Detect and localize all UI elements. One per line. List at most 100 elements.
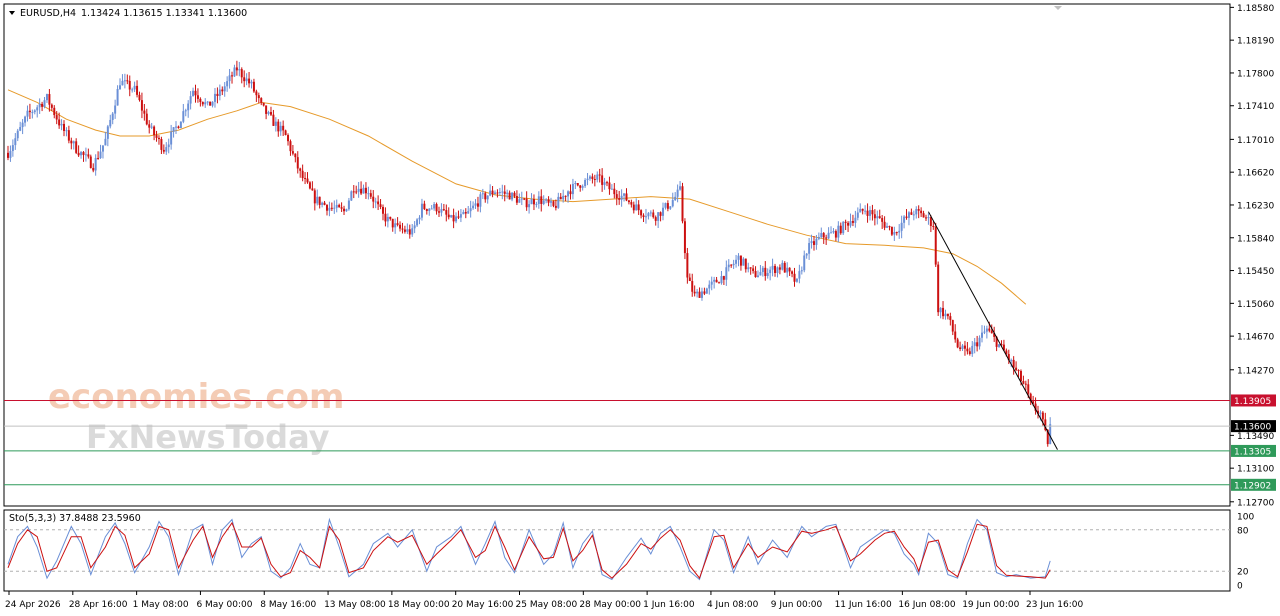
candle-body	[664, 203, 667, 208]
candle-body	[291, 151, 294, 154]
candle-body	[981, 332, 983, 338]
candle-body	[559, 196, 562, 200]
candle-body	[206, 101, 209, 103]
candle-body	[535, 203, 538, 205]
candle-body	[742, 258, 745, 266]
candle-body	[971, 345, 974, 354]
candle-body	[703, 291, 706, 294]
candle-body	[391, 218, 394, 228]
time-tick-label: 8 May 16:00	[260, 600, 316, 610]
candle-body	[350, 191, 353, 201]
price-tick-label: 1.15840	[1237, 234, 1274, 244]
candle-body	[481, 193, 484, 195]
candle-body	[491, 190, 494, 195]
time-tick-label: 1 May 08:00	[133, 600, 189, 610]
candle-body	[445, 210, 448, 215]
candle-body	[920, 210, 923, 214]
candle-body	[603, 182, 606, 185]
candle-body	[38, 103, 41, 108]
time-tick-label: 18 May 00:00	[388, 600, 450, 610]
candle-body	[352, 191, 355, 193]
candle-body	[774, 265, 777, 273]
symbol-label[interactable]: EURUSD,H4	[20, 8, 76, 19]
candle-body	[408, 229, 411, 235]
candle-body	[245, 78, 248, 82]
candle-body	[501, 191, 504, 193]
price-tick-label: 1.13490	[1237, 432, 1274, 442]
candle-body	[898, 230, 901, 233]
price-tick-label: 1.14270	[1237, 366, 1274, 376]
candle-body	[564, 195, 567, 197]
candle-body	[956, 339, 959, 348]
candle-body	[696, 291, 699, 294]
candle-body	[511, 192, 514, 200]
candle-body	[199, 98, 202, 102]
candle-body	[265, 105, 268, 114]
candle-body	[192, 90, 195, 97]
candle-body	[562, 195, 565, 200]
candle-body	[803, 255, 806, 271]
candle	[683, 218, 686, 260]
candle-body	[912, 214, 915, 216]
candle-body	[33, 110, 36, 113]
candle-body	[1022, 381, 1025, 384]
candle-body	[676, 189, 679, 197]
candle-body	[233, 67, 236, 77]
candle-body	[496, 192, 499, 194]
candle-body	[248, 78, 251, 84]
candle-body	[455, 216, 458, 222]
candle-body	[871, 210, 874, 215]
candle-body	[318, 196, 321, 205]
candle-body	[136, 85, 139, 95]
resistance-level-tag-label: 1.13905	[1234, 397, 1271, 407]
candle-body	[231, 75, 234, 77]
candle-body	[596, 174, 599, 180]
candle-body	[36, 107, 39, 111]
time-axis[interactable]: 24 Apr 2026 28 Apr 16:00 1 May 08:00 6 May …	[5, 591, 1083, 610]
candle-body	[474, 203, 477, 206]
candle-body	[688, 277, 691, 282]
candle-body	[347, 200, 350, 210]
candle-body	[606, 182, 609, 184]
candle-body	[97, 157, 100, 159]
candle-body	[401, 228, 404, 230]
candle-body	[413, 225, 416, 229]
candle-body	[817, 236, 820, 239]
candle-body	[201, 101, 204, 105]
candle-body	[849, 221, 852, 226]
time-tick-label: 19 Jun 00:00	[962, 600, 1019, 610]
candle-body	[121, 80, 124, 86]
candle-body	[325, 204, 328, 211]
candle-body	[759, 272, 762, 276]
candle-body	[67, 130, 70, 141]
candle-body	[338, 204, 341, 208]
candle-body	[284, 130, 287, 136]
candle-body	[416, 219, 419, 226]
candle-body	[14, 138, 17, 146]
candle-body	[946, 313, 949, 317]
candle-body	[903, 216, 906, 223]
candle-body	[939, 307, 942, 313]
candle-body	[756, 275, 759, 278]
candle-body	[131, 89, 134, 91]
candle-body	[53, 107, 56, 116]
candle-body	[1019, 370, 1022, 382]
candle-body	[333, 207, 336, 209]
candle-body	[893, 232, 896, 235]
price-tick-label: 1.18580	[1237, 4, 1274, 14]
candle-body	[269, 112, 272, 115]
candle-body	[428, 208, 431, 211]
candle-body	[827, 232, 830, 239]
stochastic-tick-label: 20	[1237, 568, 1249, 578]
candle-body	[262, 102, 265, 106]
candle-body	[133, 85, 136, 90]
candle-body	[647, 213, 650, 217]
price-tick-label: 1.14670	[1237, 333, 1274, 343]
candle-body	[55, 115, 58, 120]
candle	[209, 101, 212, 106]
candle-body	[766, 273, 769, 276]
candle-body	[437, 211, 440, 213]
candle-body	[856, 212, 859, 218]
candle-body	[304, 178, 307, 180]
price-axis[interactable]: 1.18580 1.18190 1.17800 1.17410 1.17010 1.166…	[1230, 4, 1274, 508]
